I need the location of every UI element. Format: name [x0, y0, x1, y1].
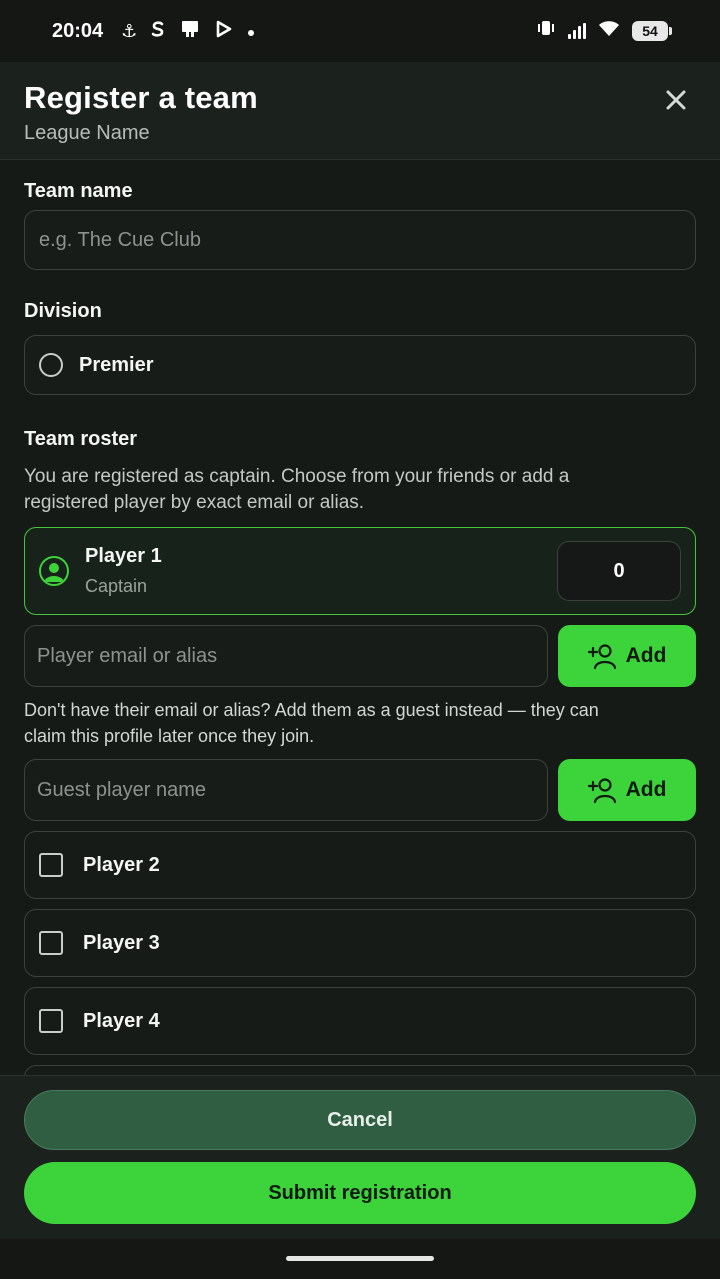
wifi-icon — [598, 19, 620, 43]
division-option-label: Premier — [79, 353, 154, 376]
player-email-field[interactable] — [24, 625, 548, 687]
radio-button[interactable] — [39, 353, 63, 377]
league-name: League Name — [24, 122, 150, 144]
player-name: Player 3 — [83, 931, 160, 954]
captain-info: Player 1 Captain — [85, 545, 162, 597]
team-roster-label: Team roster — [24, 428, 138, 450]
submit-registration-button[interactable]: Submit registration — [24, 1162, 696, 1224]
footer-actions: Cancel Submit registration — [0, 1075, 720, 1239]
captain-name: Player 1 — [85, 545, 162, 567]
team-name-field[interactable] — [24, 210, 696, 270]
dot-icon — [247, 21, 255, 42]
close-icon — [666, 90, 686, 110]
close-button[interactable] — [660, 84, 692, 116]
vibrate-icon — [536, 19, 556, 43]
home-indicator[interactable] — [286, 1256, 434, 1261]
register-team-screen: 20:04 ⚓ 54 Register a team League Name T… — [0, 0, 720, 1279]
division-option-premier[interactable]: Premier — [24, 335, 696, 395]
status-right: 54 — [536, 19, 672, 43]
user-avatar-icon — [39, 556, 69, 586]
s-icon — [151, 20, 165, 43]
list-item-player-3[interactable]: Player 3 — [24, 909, 696, 977]
add-user-icon — [587, 644, 616, 670]
player-checkbox[interactable] — [39, 1009, 63, 1033]
navigation-bar — [0, 1239, 720, 1279]
player-email-row: Add — [24, 625, 696, 687]
status-left: 20:04 ⚓ — [52, 19, 255, 44]
team-name-label: Team name — [24, 180, 133, 202]
cast-icon — [179, 19, 201, 44]
captain-role: Captain — [85, 576, 148, 596]
add-player-label: Add — [625, 644, 667, 667]
sheet-header: Register a team League Name — [0, 62, 720, 160]
guest-player-field[interactable] — [24, 759, 548, 821]
add-user-icon — [587, 778, 616, 804]
player-email-input[interactable] — [37, 644, 535, 668]
player-checkbox[interactable] — [39, 853, 63, 877]
team-name-input[interactable] — [39, 228, 681, 252]
list-item-player-2[interactable]: Player 2 — [24, 831, 696, 899]
roster-description: You are registered as captain. Choose fr… — [24, 466, 570, 513]
captain-number-field[interactable]: 0 — [557, 541, 681, 601]
signal-icon — [568, 23, 586, 39]
add-guest-label: Add — [625, 778, 667, 801]
status-bar: 20:04 ⚓ 54 — [0, 0, 720, 62]
add-player-button[interactable]: Add — [558, 625, 696, 687]
status-time: 20:04 — [52, 19, 104, 42]
player-checkbox[interactable] — [39, 931, 63, 955]
play-icon — [215, 20, 233, 43]
page-title: Register a team — [24, 80, 258, 115]
captain-card: Player 1 Captain 0 — [24, 527, 696, 615]
guest-player-input[interactable] — [37, 778, 535, 802]
battery-indicator: 54 — [632, 21, 672, 41]
list-item-player-4[interactable]: Player 4 — [24, 987, 696, 1055]
guest-help-text: Don't have their email or alias? Add the… — [24, 700, 599, 746]
guest-player-row: Add — [24, 759, 696, 821]
add-guest-button[interactable]: Add — [558, 759, 696, 821]
cancel-button[interactable]: Cancel — [24, 1090, 696, 1150]
player-name: Player 2 — [83, 853, 160, 876]
division-label: Division — [24, 300, 102, 322]
player-name: Player 4 — [83, 1009, 160, 1032]
anchor-icon: ⚓ — [121, 20, 138, 41]
